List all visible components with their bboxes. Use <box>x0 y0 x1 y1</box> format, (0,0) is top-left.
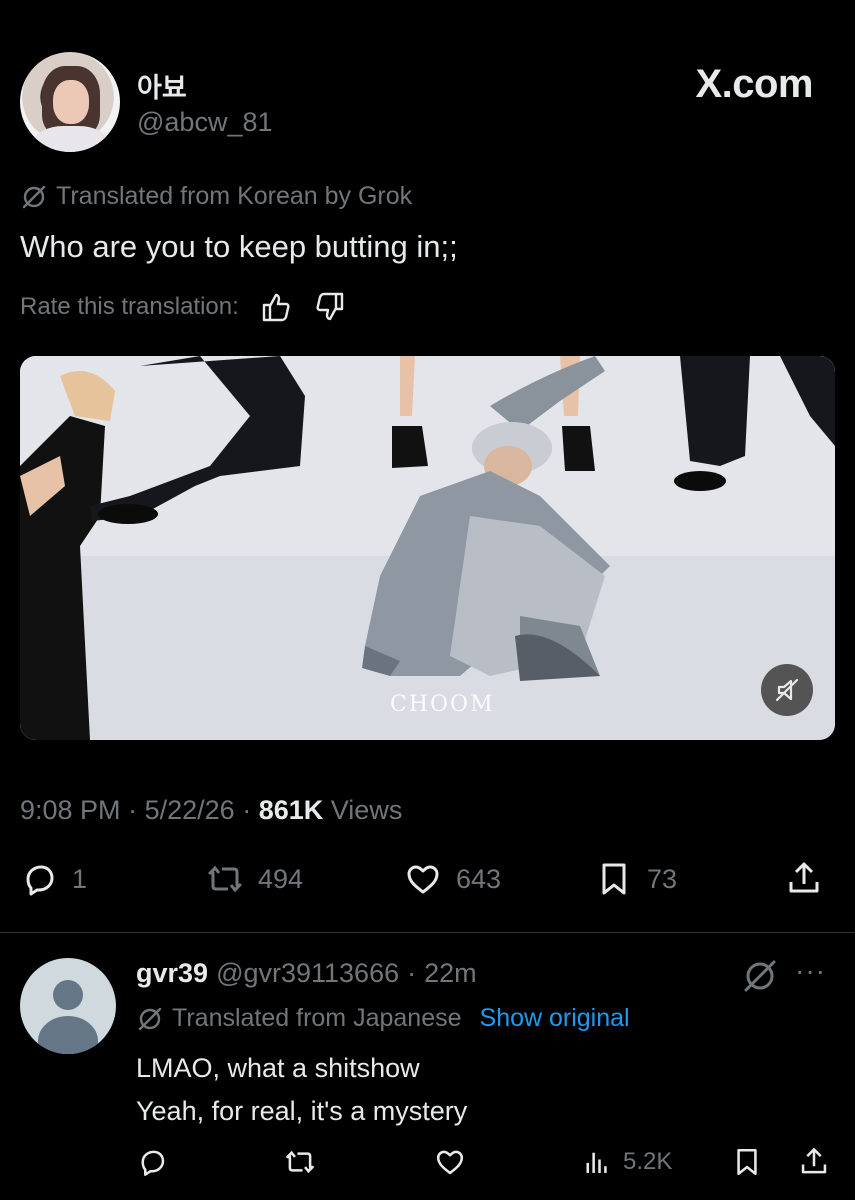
post-meta: 9:08 PM · 5/22/26 · 861K Views <box>20 795 402 826</box>
reply-text-line: Yeah, for real, it's a mystery <box>136 1096 468 1126</box>
views-icon <box>586 1152 607 1173</box>
reply-button[interactable]: 1 <box>20 860 87 898</box>
views-label: Views <box>330 795 403 825</box>
author-display-name[interactable]: 아뵤 <box>137 66 187 105</box>
reply-like-button[interactable] <box>434 1146 466 1178</box>
bookmark-count: 73 <box>647 863 678 894</box>
grok-icon[interactable] <box>740 956 780 996</box>
bookmark-icon <box>602 863 626 895</box>
reply-header: gvr39 @gvr39113666 · 22m <box>136 958 477 989</box>
share-button[interactable] <box>785 860 823 898</box>
show-original-link[interactable]: Show original <box>480 1004 630 1033</box>
video-frame <box>20 356 835 740</box>
meta-separator: · <box>242 795 252 825</box>
reply-display-name[interactable]: gvr39 <box>136 958 208 989</box>
reply-bookmark-button[interactable] <box>731 1146 763 1178</box>
reply-translation-notice: Translated from Japanese Show original <box>136 1004 630 1033</box>
share-icon <box>789 862 819 893</box>
reply-repost-button[interactable] <box>284 1146 316 1178</box>
views-count: 861K <box>258 795 324 825</box>
repost-count: 494 <box>258 863 304 894</box>
avatar[interactable] <box>20 52 120 152</box>
video-watermark: CHOOM <box>390 692 495 717</box>
like-button[interactable]: 643 <box>404 860 501 898</box>
grok-icon <box>138 1007 162 1030</box>
reply-handle[interactable]: @gvr39113666 <box>216 958 399 989</box>
repost-icon <box>208 865 242 893</box>
repost-button[interactable]: 494 <box>206 860 303 898</box>
video-media[interactable]: CHOOM <box>20 356 835 740</box>
mute-icon <box>775 678 799 702</box>
reply-share-button[interactable] <box>798 1146 830 1178</box>
rate-label: Rate this translation: <box>20 293 239 320</box>
translation-notice: Translated from Korean by Grok <box>20 182 412 211</box>
reply-text-line: LMAO, what a shitshow <box>136 1053 420 1083</box>
reply-icon <box>26 865 54 896</box>
heart-icon <box>436 1150 464 1175</box>
share-icon <box>801 1148 827 1174</box>
rate-translation: Rate this translation: <box>20 290 347 324</box>
reply-views-button[interactable]: 5.2K <box>581 1146 672 1178</box>
thumbs-down-icon[interactable] <box>313 290 347 324</box>
reply-text: LMAO, what a shitshow Yeah, for real, it… <box>136 1047 467 1133</box>
author-handle[interactable]: @abcw_81 <box>137 107 273 138</box>
grok-icon <box>22 185 46 208</box>
reply-actions: 5.2K <box>136 1146 836 1186</box>
more-options-button[interactable]: ··· <box>795 955 826 987</box>
like-count: 643 <box>456 863 502 894</box>
meta-separator: · <box>128 795 138 825</box>
bookmark-icon <box>737 1148 757 1176</box>
bookmark-button[interactable]: 73 <box>595 860 677 898</box>
reply-count: 1 <box>72 863 88 894</box>
brand-watermark: X.com <box>695 62 813 106</box>
reply-translation-label: Translated from Japanese <box>172 1004 462 1032</box>
reply-views-count: 5.2K <box>623 1148 673 1175</box>
heart-icon <box>407 865 439 894</box>
post-text: Who are you to keep butting in;; <box>20 229 458 264</box>
post-date[interactable]: 5/22/26 <box>145 795 235 825</box>
post-time[interactable]: 9:08 PM <box>20 795 121 825</box>
repost-icon <box>286 1150 314 1174</box>
reply-reply-button[interactable] <box>136 1146 168 1178</box>
reply-separator: · <box>407 958 417 988</box>
mute-button[interactable] <box>761 664 813 716</box>
thumbs-up-icon[interactable] <box>259 290 293 324</box>
translation-label: Translated from Korean by Grok <box>56 182 413 210</box>
reply-avatar[interactable] <box>20 958 116 1054</box>
divider <box>0 932 855 933</box>
reply-time[interactable]: 22m <box>424 958 477 989</box>
reply-icon <box>141 1150 165 1176</box>
post-actions: 1 494 643 73 <box>20 860 835 910</box>
